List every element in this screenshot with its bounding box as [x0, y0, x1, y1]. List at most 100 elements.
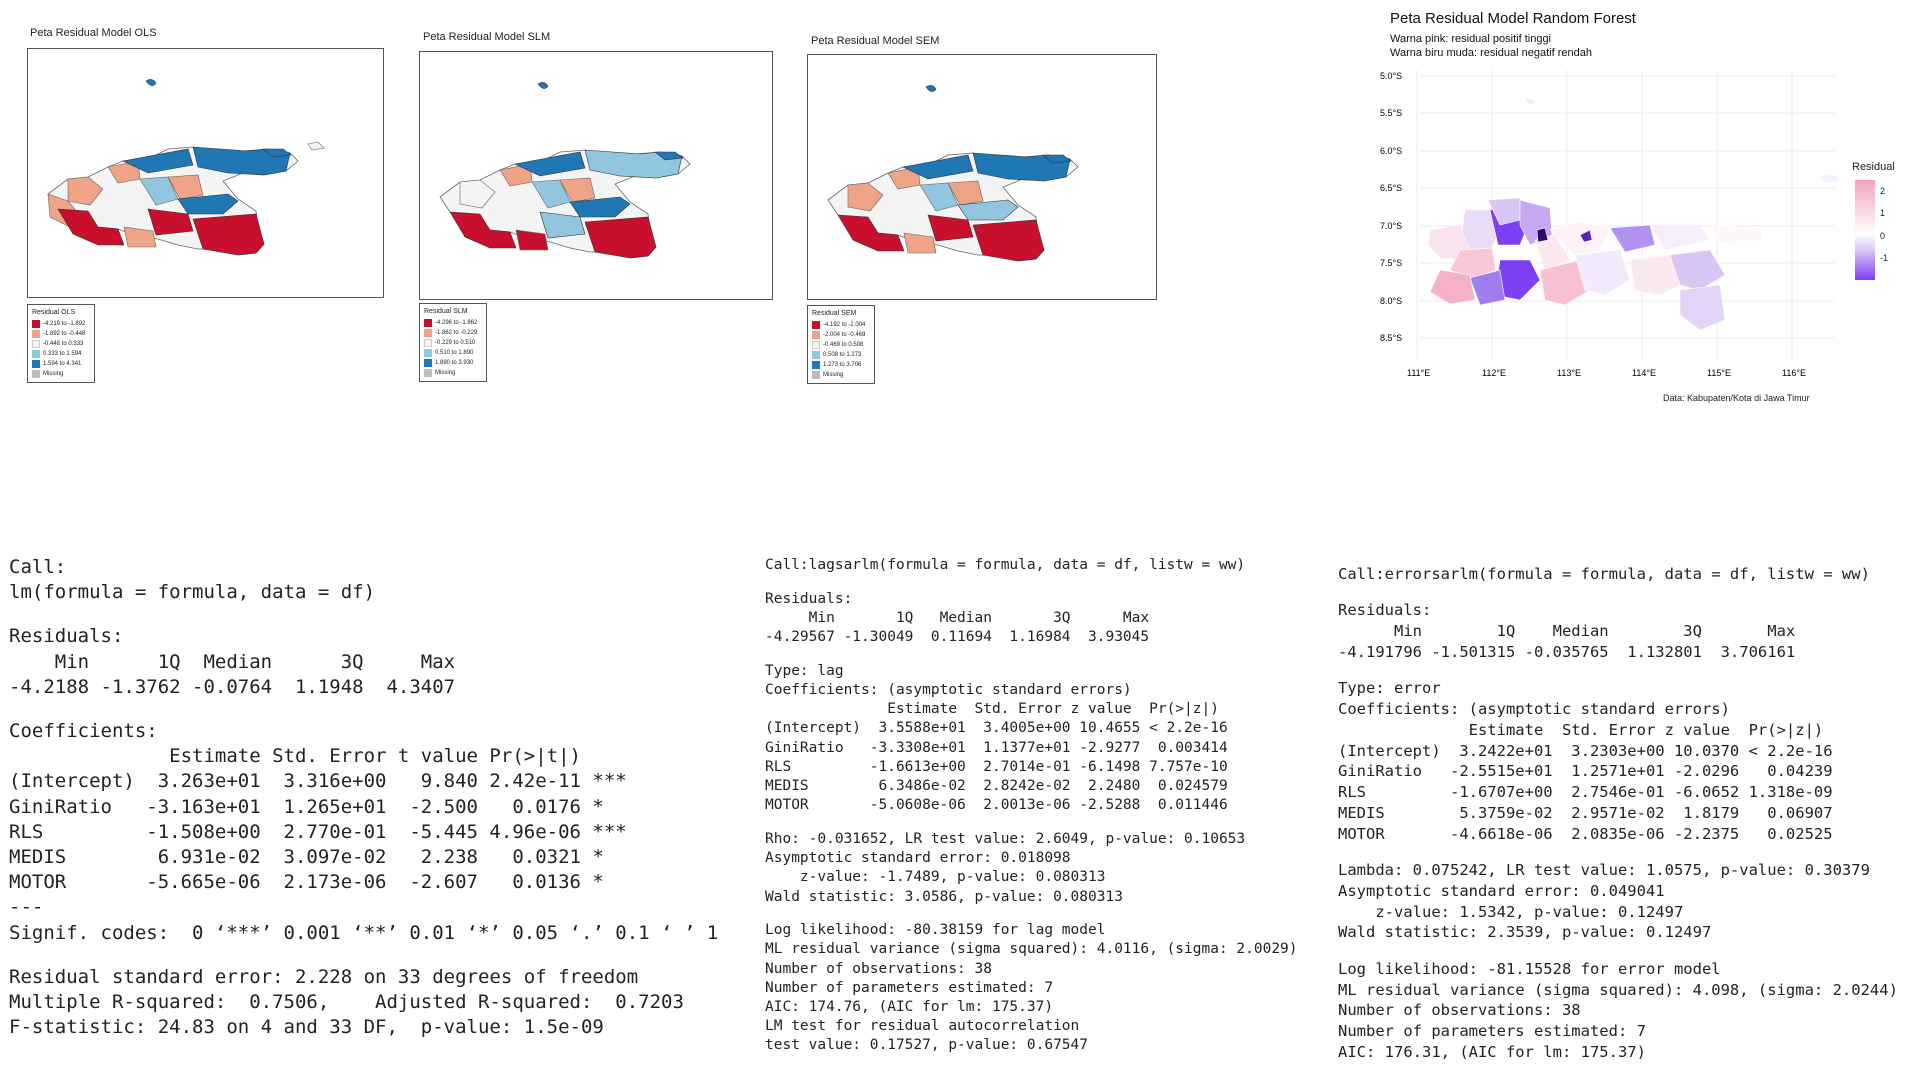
legend-label: Missing	[435, 370, 456, 376]
legend-label: -4.219 to -1.892	[43, 321, 86, 327]
output-line: ---	[9, 896, 44, 919]
legend-swatch	[424, 359, 432, 367]
output-line: MOTOR -4.6618e-06 2.0835e-06 -2.2375 0.0…	[1338, 824, 1833, 843]
legend-label: 0.508 to 1.273	[823, 352, 862, 358]
slm-map-panel	[419, 51, 773, 300]
legend-label: 1.594 to 4.341	[43, 361, 82, 367]
output-line: ML residual variance (sigma squared): 4.…	[1338, 980, 1898, 999]
output-line: Number of parameters estimated: 7	[765, 979, 1054, 996]
ols-legend-item: -4.219 to -1.892	[32, 319, 90, 329]
output-line: AIC: 176.31, (AIC for lm: 175.37)	[1338, 1042, 1646, 1061]
output-line: Estimate Std. Error z value Pr(>|z|)	[765, 701, 1219, 718]
ols-summary-output: Call: lm(formula = formula, data = df) Res…	[9, 555, 718, 1040]
rf-map-plot: 5.0°S 5.5°S 6.0°S 6.5°S 7.0°S 7.5°S 8.0°…	[1380, 70, 1841, 378]
legend-label: -1.892 to -0.448	[43, 331, 86, 337]
output-line: Wald statistic: 3.0586, p-value: 0.08031…	[765, 888, 1123, 905]
lon-tick: 112°E	[1482, 368, 1506, 378]
legend-swatch	[812, 351, 820, 359]
legend-swatch	[32, 360, 40, 368]
output-line: Asymptotic standard error: 0.018098	[765, 850, 1071, 867]
lat-tick: 7.0°S	[1380, 221, 1402, 231]
output-line: Residual standard error: 2.228 on 33 deg…	[9, 965, 639, 988]
legend-swatch	[32, 350, 40, 358]
slm-legend-item: 0.510 to 1.890	[424, 348, 482, 358]
output-line: Lambda: 0.075242, LR test value: 1.0575,…	[1338, 861, 1870, 880]
rf-legend-tick: -1	[1880, 253, 1889, 263]
ols-legend-item: -0.448 to 0.333	[32, 339, 90, 349]
ols-map-panel	[27, 48, 384, 298]
output-line: -4.2188 -1.3762 -0.0764 1.1948 4.3407	[9, 675, 456, 698]
ols-legend-item: 0.333 to 1.594	[32, 349, 90, 359]
output-line: GiniRatio -3.3308e+01 1.1377e+01 -2.9277…	[765, 739, 1228, 756]
rf-colorbar	[1855, 180, 1875, 280]
sem-choropleth-map	[827, 85, 1079, 262]
java-island-shape	[47, 146, 299, 256]
output-line: Call:	[9, 556, 67, 578]
sem-legend-item: 1.273 to 3.706	[812, 360, 870, 370]
legend-label: -1.862 to -0.229	[435, 330, 478, 336]
output-line: Asymptotic standard error: 0.049041	[1338, 881, 1665, 900]
legend-label: 1.890 to 3.930	[435, 360, 474, 366]
legend-swatch	[812, 371, 820, 379]
ols-legend-item: 1.594 to 4.341	[32, 359, 90, 369]
lon-tick: 115°E	[1707, 368, 1731, 378]
ols-choropleth-map	[47, 79, 325, 256]
sem-legend-title: Residual SEM	[812, 310, 857, 317]
lat-tick: 6.5°S	[1380, 183, 1402, 193]
output-line: (Intercept) 3.5588e+01 3.4005e+00 10.465…	[765, 720, 1228, 737]
output-line: Coefficients: (asymptotic standard error…	[765, 682, 1132, 699]
legend-swatch	[32, 340, 40, 348]
sem-legend-item: -2.004 to -0.469	[812, 330, 870, 340]
lat-tick: 6.0°S	[1380, 146, 1402, 156]
output-line: MEDIS 5.3759e-02 2.9571e-02 1.8179 0.069…	[1338, 803, 1833, 822]
legend-swatch	[424, 349, 432, 357]
legend-label: 1.273 to 3.706	[823, 362, 862, 368]
legend-label: 0.510 to 1.890	[435, 350, 474, 356]
ols-legend: Residual OLS -4.219 to -1.892 -1.892 to …	[27, 304, 95, 383]
legend-swatch	[812, 331, 820, 339]
output-line: -4.29567 -1.30049 0.11694 1.16984 3.9304…	[765, 629, 1150, 646]
legend-label: Missing	[43, 371, 64, 377]
output-line: Residuals:	[765, 590, 853, 607]
sem-legend-item: Missing	[812, 370, 870, 380]
output-line: z-value: -1.7489, p-value: 0.080313	[765, 869, 1106, 886]
output-line: Coefficients:	[9, 720, 158, 743]
output-line: Residuals:	[1338, 601, 1432, 620]
output-line: ML residual variance (sigma squared): 4.…	[765, 941, 1298, 958]
output-line: lm(formula = formula, data = df)	[9, 581, 376, 604]
legend-label: -0.469 to 0.508	[823, 342, 864, 348]
legend-label: -2.004 to -0.469	[823, 332, 866, 338]
legend-label: -0.229 to 0.510	[435, 340, 476, 346]
rf-legend-title: Residual	[1852, 161, 1895, 173]
slm-legend-item: -0.229 to 0.510	[424, 338, 482, 348]
rf-caption: Data: Kabupaten/Kota di Jawa Timur	[1663, 393, 1810, 403]
output-line: RLS -1.6613e+00 2.7014e-01 -6.1498 7.757…	[765, 758, 1228, 775]
output-line: Estimate Std. Error z value Pr(>|z|)	[1338, 720, 1824, 739]
lon-tick: 111°E	[1407, 368, 1430, 378]
output-line: GiniRatio -3.163e+01 1.265e+01 -2.500 0.…	[9, 795, 604, 818]
output-line: Coefficients: (asymptotic standard error…	[1338, 699, 1730, 718]
lon-tick: 113°E	[1557, 368, 1581, 378]
output-line: -4.191796 -1.501315 -0.035765 1.132801 3…	[1338, 642, 1796, 661]
sem-legend-item: -0.469 to 0.508	[812, 340, 870, 350]
output-line: (Intercept) 3.263e+01 3.316e+00 9.840 2.…	[9, 770, 627, 793]
legend-swatch	[424, 319, 432, 327]
output-line: test value: 0.17527, p-value: 0.67547	[765, 1037, 1089, 1054]
rf-map-title: Peta Residual Model Random Forest	[1390, 10, 1636, 27]
legend-swatch	[424, 339, 432, 347]
rf-legend-tick: 1	[1880, 208, 1886, 218]
output-line: MOTOR -5.0608e-06 2.0013e-06 -2.5288 0.0…	[765, 797, 1228, 814]
legend-swatch	[424, 369, 432, 377]
island-bawean	[145, 79, 157, 86]
sem-map-panel	[807, 54, 1157, 300]
output-line: MEDIS 6.3486e-02 2.8242e-02 2.2480 0.024…	[765, 778, 1228, 795]
output-line: Call:errorsarlm(formula = formula, data …	[1338, 565, 1870, 583]
output-line: MOTOR -5.665e-06 2.173e-06 -2.607 0.0136…	[9, 871, 604, 894]
output-line: Multiple R-squared: 0.7506, Adjusted R-s…	[9, 991, 684, 1014]
output-line: Min 1Q Median 3Q Max	[765, 609, 1150, 626]
